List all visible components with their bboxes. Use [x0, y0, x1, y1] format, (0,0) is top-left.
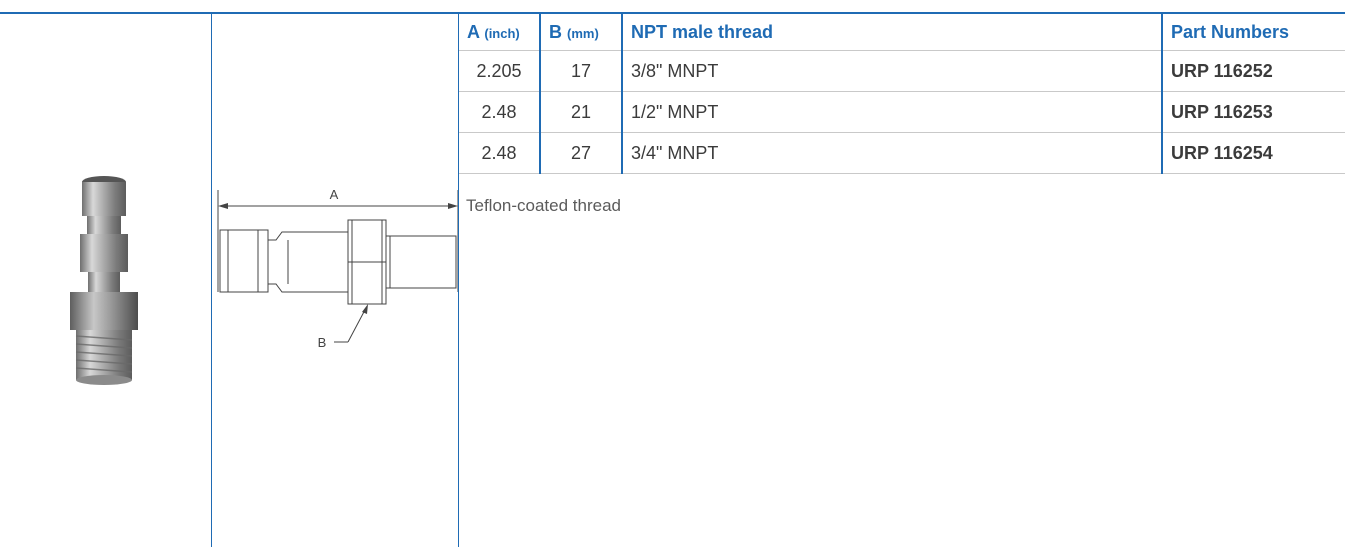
header-a-label: A	[467, 21, 480, 42]
table-row: 2.48 27 3/4" MNPT URP 116254	[459, 132, 1345, 174]
table-header-row: A (inch) B (mm) NPT male thread Part Num…	[459, 14, 1345, 51]
cell-b: 21	[540, 91, 623, 133]
part-number-link[interactable]: URP 116252	[1162, 50, 1345, 92]
header-npt: NPT male thread	[622, 14, 1163, 51]
part-number-link[interactable]: URP 116253	[1162, 91, 1345, 133]
technical-drawing-cell: A B	[212, 14, 459, 547]
cell-a: 2.205	[459, 50, 541, 92]
dimension-b-label: B	[318, 335, 327, 350]
product-photo	[70, 176, 138, 385]
dimension-a-label: A	[330, 187, 339, 202]
cell-npt: 3/4" MNPT	[622, 132, 1163, 174]
product-photo-cell	[0, 14, 211, 547]
cell-b: 27	[540, 132, 623, 174]
table-row: 2.48 21 1/2" MNPT URP 116253	[459, 91, 1345, 133]
table-row: 2.205 17 3/8" MNPT URP 116252	[459, 50, 1345, 92]
header-b-unit: (mm)	[567, 25, 599, 41]
header-b-label: B	[549, 21, 562, 42]
cell-b: 17	[540, 50, 623, 92]
header-part-numbers: Part Numbers	[1162, 14, 1345, 51]
cell-npt: 3/8" MNPT	[622, 50, 1163, 92]
technical-drawing: A B	[217, 187, 459, 350]
header-a: A (inch)	[459, 14, 541, 51]
cell-a: 2.48	[459, 91, 541, 133]
cell-a: 2.48	[459, 132, 541, 174]
header-a-unit: (inch)	[484, 25, 520, 41]
spec-table: A (inch) B (mm) NPT male thread Part Num…	[459, 14, 1345, 174]
part-number-link[interactable]: URP 116254	[1162, 132, 1345, 174]
cell-npt: 1/2" MNPT	[622, 91, 1163, 133]
footnote: Teflon-coated thread	[466, 196, 621, 215]
header-b: B (mm)	[540, 14, 623, 51]
